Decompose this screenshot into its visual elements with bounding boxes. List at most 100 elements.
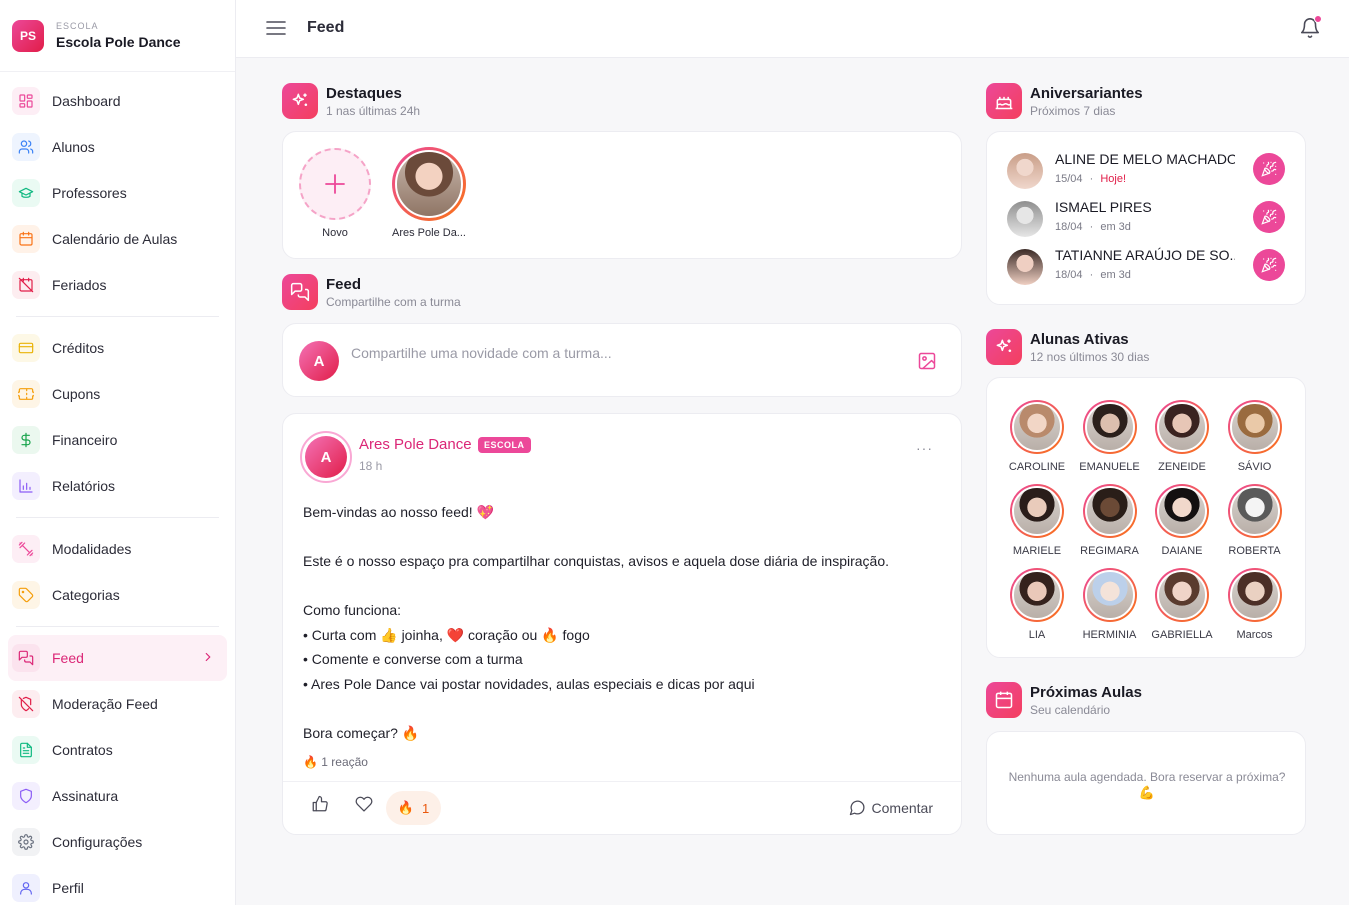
feed-title: Feed [326, 275, 362, 293]
birthday-name: ISMAEL PIRES [1055, 199, 1152, 215]
post-line: Bora começar? 🔥 [303, 724, 420, 741]
new-story-label: Novo [322, 227, 348, 239]
topbar: Feed [236, 0, 1349, 58]
birthdays-header: Aniversariantes Próximos 7 dias [986, 83, 1143, 119]
sparkles-icon [986, 329, 1022, 365]
active-student[interactable]: ROBERTA [1219, 484, 1291, 557]
active-student[interactable]: LIA [1001, 568, 1073, 641]
sidebar-item-perfil[interactable]: Perfil [8, 865, 227, 905]
sidebar-item-assinatura[interactable]: Assinatura [8, 773, 227, 819]
sidebar-nav: Dashboard Alunos Professores Calendário de … [0, 72, 235, 905]
birthday-row: ALINE DE MELO MACHADO 15/04 · Hoje! [1007, 151, 1287, 191]
celebrate-button[interactable] [1253, 153, 1285, 185]
sidebar-item-financeiro[interactable]: Financeiro [8, 417, 227, 463]
active-student[interactable]: GABRIELLA [1146, 568, 1218, 641]
birthdays-title: Aniversariantes [1030, 84, 1143, 102]
post-card: A Ares Pole Dance ESCOLA 18 h ··· Bem-vi… [282, 413, 962, 835]
avatar [1229, 402, 1280, 452]
birthday-row: ISMAEL PIRES 18/04 · em 3d [1007, 199, 1287, 239]
highlights-card: Novo Ares Pole Da... [282, 131, 962, 259]
active-student[interactable]: REGIMARA [1074, 484, 1146, 557]
love-button[interactable] [355, 795, 373, 813]
sidebar-item-modalidades[interactable]: Modalidades [8, 526, 227, 572]
sidebar-item-contratos[interactable]: Contratos [8, 727, 227, 773]
sidebar-item-feriados[interactable]: Feriados [8, 262, 227, 308]
notification-dot [1314, 15, 1322, 23]
sidebar-item-feed[interactable]: Feed [8, 635, 227, 681]
sidebar-item-professores[interactable]: Professores [8, 170, 227, 216]
active-student[interactable]: CAROLINE [1001, 400, 1073, 473]
sidebar-item-label: Assinatura [52, 788, 119, 804]
page-title: Feed [307, 19, 345, 36]
active-student[interactable]: DAIANE [1146, 484, 1218, 557]
file-text-icon [12, 736, 40, 764]
fire-count: 1 [421, 800, 430, 816]
composer-card[interactable]: A Compartilhe uma novidade com a turma..… [282, 323, 962, 397]
avatar: A [299, 341, 339, 381]
sidebar-item-relatorios[interactable]: Relatórios [8, 463, 227, 509]
next-classes-header: Próximas Aulas Seu calendário [986, 682, 1142, 718]
dumbbell-icon [12, 535, 40, 563]
active-student[interactable]: Marcos [1219, 568, 1291, 641]
celebrate-button[interactable] [1253, 201, 1285, 233]
new-story-button[interactable]: Novo [299, 148, 371, 239]
celebrate-button[interactable] [1253, 249, 1285, 281]
highlights-header: Destaques 1 nas últimas 24h [282, 83, 420, 119]
gear-icon [12, 828, 40, 856]
active-students-card: CAROLINE EMANUELE ZENEIDE SÁVIO MARIELE REGIM… [986, 377, 1306, 658]
calendar-icon [12, 225, 40, 253]
nav-divider [16, 316, 219, 317]
sidebar-item-categorias[interactable]: Categorias [8, 572, 227, 618]
sidebar-item-label: Professores [52, 185, 127, 201]
active-student[interactable]: HERMINIA [1074, 568, 1146, 641]
sidebar-item-calendario-de-aulas[interactable]: Calendário de Aulas [8, 216, 227, 262]
active-student[interactable]: MARIELE [1001, 484, 1073, 557]
menu-icon[interactable] [266, 19, 286, 37]
shield-off-icon [12, 690, 40, 718]
brand-name: Escola Pole Dance [56, 34, 181, 50]
post-line: Este é o nosso espaço pra compartilhar c… [303, 553, 890, 569]
muscle-icon: 💪 [1138, 785, 1156, 800]
users-icon [12, 133, 40, 161]
sidebar-item-dashboard[interactable]: Dashboard [8, 78, 227, 124]
credit-card-icon [12, 334, 40, 362]
chevron-right-icon [205, 652, 211, 662]
post-author[interactable]: Ares Pole Dance [359, 436, 472, 453]
story-item[interactable]: Ares Pole Da... [387, 147, 471, 239]
birthday-row: TATIANNE ARAÚJO DE SO... 18/04 · em 3d [1007, 247, 1287, 287]
sidebar-item-configuracoes[interactable]: Configurações [8, 819, 227, 865]
chat-icon [12, 644, 40, 672]
reaction-count[interactable]: 🔥 1 reação [303, 755, 368, 769]
sidebar-item-creditos[interactable]: Créditos [8, 325, 227, 371]
post-line: Como funciona: [303, 602, 402, 618]
student-name: SÁVIO [1237, 461, 1272, 473]
next-classes-title: Próximas Aulas [1030, 683, 1142, 701]
like-button[interactable] [311, 795, 329, 813]
sidebar-item-moderacao-feed[interactable]: Moderação Feed [8, 681, 227, 727]
avatar [1012, 486, 1062, 536]
nav-divider [16, 626, 219, 627]
image-icon[interactable] [917, 351, 937, 371]
more-options-icon[interactable]: ··· [916, 440, 933, 456]
sidebar-item-label: Cupons [52, 386, 101, 402]
active-student[interactable]: EMANUELE [1074, 400, 1146, 473]
sidebar-item-alunos[interactable]: Alunos [8, 124, 227, 170]
student-name: GABRIELLA [1151, 629, 1213, 641]
post-input[interactable]: Compartilhe uma novidade com a turma... [351, 345, 612, 361]
birthday-name: TATIANNE ARAÚJO DE SO... [1055, 247, 1235, 263]
fire-reaction-button[interactable]: 🔥 1 [386, 791, 441, 825]
brand[interactable]: PS ESCOLA Escola Pole Dance [0, 0, 235, 72]
chat-icon [282, 274, 318, 310]
student-name: CAROLINE [1008, 461, 1066, 473]
sidebar-item-cupons[interactable]: Cupons [8, 371, 227, 417]
student-name: REGIMARA [1080, 545, 1139, 557]
active-student[interactable]: SÁVIO [1219, 400, 1291, 473]
feed-header: Feed Compartilhe com a turma [282, 274, 461, 310]
brand-logo: PS [12, 19, 44, 52]
plus-icon [325, 174, 345, 194]
comment-button[interactable]: Comentar [849, 799, 933, 816]
active-student[interactable]: ZENEIDE [1146, 400, 1218, 473]
avatar [1229, 570, 1280, 620]
feed-subtitle: Compartilhe com a turma [326, 294, 461, 309]
avatar [1007, 153, 1043, 189]
